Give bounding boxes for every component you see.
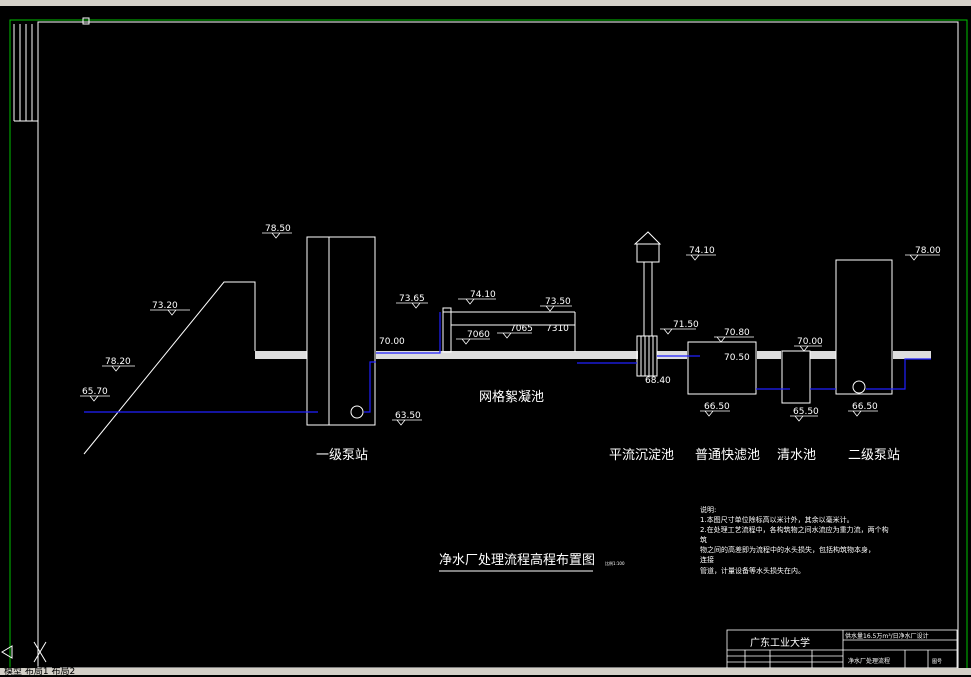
elev-clear-bottom: 65.50 <box>793 407 819 417</box>
notes-line3: 物之间的高差即为流程中的水头损失，包括构筑物本身， <box>700 545 875 554</box>
layout-tabs-bar[interactable]: 模型 布局1 布局2 <box>0 667 971 677</box>
elev-ground-mid: 70.00 <box>379 337 405 347</box>
notes-line4: 管道，计量设备等水头损失在内。 <box>700 566 805 575</box>
scale-note: 比例1:100 <box>605 560 625 566</box>
elev-slope-low: 78.20 <box>105 357 131 367</box>
elev-sed-water: 71.50 <box>673 320 699 330</box>
grip-point[interactable] <box>82 17 90 25</box>
clear-water-tank <box>781 350 811 404</box>
elev-sed-top: 74.10 <box>689 246 715 256</box>
ground-hatch <box>255 351 931 359</box>
elev-filter-top: 70.80 <box>724 328 750 338</box>
label-pump2: 二级泵站 <box>848 448 900 463</box>
elev-filter-bottom: 66.50 <box>704 402 730 412</box>
elev-river: 65.70 <box>82 387 108 397</box>
label-pump1: 一级泵站 <box>316 448 368 463</box>
notes-line2b: 筑 <box>700 535 707 544</box>
pump-station-1 <box>306 236 376 426</box>
pump-station-2 <box>835 259 893 395</box>
outer-frame <box>9 19 968 671</box>
elev-clear-top: 70.00 <box>797 337 823 347</box>
elev-flocc-out: 73.50 <box>545 297 571 307</box>
label-flocc: 网格絮凝池 <box>479 389 544 405</box>
elev-flocc-top: 74.10 <box>470 290 496 300</box>
binding-strip <box>13 24 38 122</box>
cad-drawing-canvas[interactable]: 78.50 73.20 78.20 65.70 63.50 73.65 74.1… <box>0 6 971 674</box>
notes-line3b: 连接 <box>700 555 714 564</box>
pump-1-icon <box>350 405 364 419</box>
elev-flocc-in: 73.65 <box>399 294 425 304</box>
ucs-icon <box>1 641 47 663</box>
tb-sheet: 图号 <box>932 659 942 665</box>
tb-project: 供水量16.5万m³/日净水厂设计 <box>845 632 929 640</box>
notes-heading: 说明: <box>700 505 716 514</box>
elev-slope-mid: 73.20 <box>152 301 178 311</box>
elev-filter-water: 70.50 <box>724 353 750 363</box>
notes-line2: 2.在处理工艺流程中，各构筑物之间水流应为重力流，两个构 <box>700 525 889 534</box>
elev-flocc-a: 7060 <box>467 330 490 340</box>
elev-sed-bottom: 68.40 <box>645 376 671 386</box>
elev-ground-left: 78.50 <box>265 224 291 234</box>
rapid-filter <box>687 341 757 395</box>
label-sed: 平流沉淀池 <box>609 448 674 463</box>
layout-tabs-label[interactable]: 模型 布局1 布局2 <box>4 664 75 677</box>
tb-school: 广东工业大学 <box>750 636 810 649</box>
notes-line1: 1.本图尺寸单位除标高以米计外，其余以毫米计。 <box>700 515 854 524</box>
elev-pump2-bottom: 66.50 <box>852 402 878 412</box>
pump-2-icon <box>852 380 866 394</box>
elev-flocc-c: 7310 <box>546 324 569 334</box>
tb-drawing: 净水厂处理流程 <box>848 657 890 665</box>
label-filter: 普通快滤池 <box>695 448 760 463</box>
label-clear: 清水池 <box>777 448 816 463</box>
elev-flocc-b: 7065 <box>510 324 533 334</box>
elev-pump1-bottom: 63.50 <box>395 411 421 421</box>
drawing-title: 净水厂处理流程高程布置图 <box>439 552 595 568</box>
sedimentation-tank <box>633 231 662 377</box>
elev-pump2-top: 78.00 <box>915 246 941 256</box>
